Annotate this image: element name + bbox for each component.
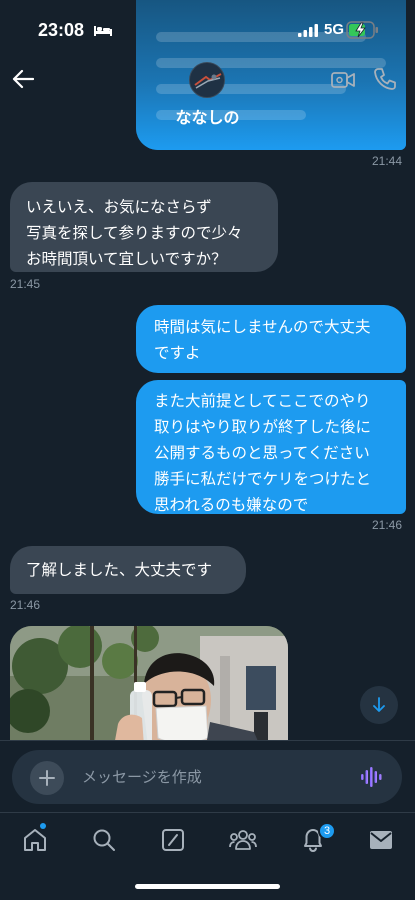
phone-call-icon[interactable]: [372, 66, 398, 92]
communities-icon: [229, 830, 257, 850]
home-new-posts-indicator: [40, 823, 46, 829]
arrow-left-icon: [12, 69, 34, 89]
tab-grok[interactable]: [158, 825, 188, 855]
message-bubble-incoming[interactable]: 了解しました、大丈夫です: [10, 546, 246, 594]
back-button[interactable]: [8, 64, 38, 94]
message-bubble-outgoing[interactable]: 時間は気にしませんので大丈夫 ですよ: [136, 305, 406, 373]
video-call-icon[interactable]: [330, 68, 356, 92]
status-bar: 23:08 5G: [0, 0, 415, 56]
composer-area: [0, 740, 415, 812]
message-bubble-incoming[interactable]: いえいえ、お気になさらず 写真を探して参りますので少々 お時間頂いて宜しいですか…: [10, 182, 278, 272]
message-composer: [12, 750, 402, 804]
tab-home[interactable]: [20, 825, 50, 855]
avatar-image: [190, 63, 224, 97]
tab-communities[interactable]: [228, 825, 258, 855]
photo-image: [10, 626, 288, 746]
cellular-signal-icon: [298, 24, 318, 37]
tab-messages[interactable]: [366, 825, 396, 855]
contact-name[interactable]: ななしの: [0, 104, 415, 128]
message-photo-attachment[interactable]: [10, 626, 288, 746]
message-timestamp: 21:46: [10, 598, 41, 612]
home-indicator[interactable]: [135, 884, 280, 889]
contact-avatar[interactable]: [189, 62, 225, 98]
message-timestamp: 21:44: [372, 154, 403, 168]
messages-icon: [370, 831, 392, 849]
notification-count-badge: 3: [318, 822, 336, 840]
add-media-button[interactable]: [30, 761, 64, 795]
message-timestamp: 21:45: [10, 277, 41, 291]
message-input[interactable]: [82, 765, 352, 789]
battery-charging-icon: [346, 21, 378, 39]
home-icon: [24, 829, 46, 851]
search-icon: [93, 829, 115, 851]
network-type: 5G: [324, 21, 345, 38]
tab-search[interactable]: [89, 825, 119, 855]
message-bubble-outgoing[interactable]: また大前提としてここでのやり 取りはやり取りが終了した後に 公開するものと思って…: [136, 380, 406, 514]
arrow-down-icon: [373, 697, 385, 712]
sleep-mode-icon: [94, 26, 112, 36]
grok-icon: [162, 829, 184, 851]
scroll-to-bottom-button[interactable]: [360, 686, 398, 724]
plus-icon: [39, 770, 55, 786]
conversation-header: ななしの: [0, 56, 415, 136]
status-time: 23:08: [38, 20, 85, 40]
voice-message-icon[interactable]: [360, 765, 384, 789]
message-timestamp: 21:46: [372, 518, 403, 532]
